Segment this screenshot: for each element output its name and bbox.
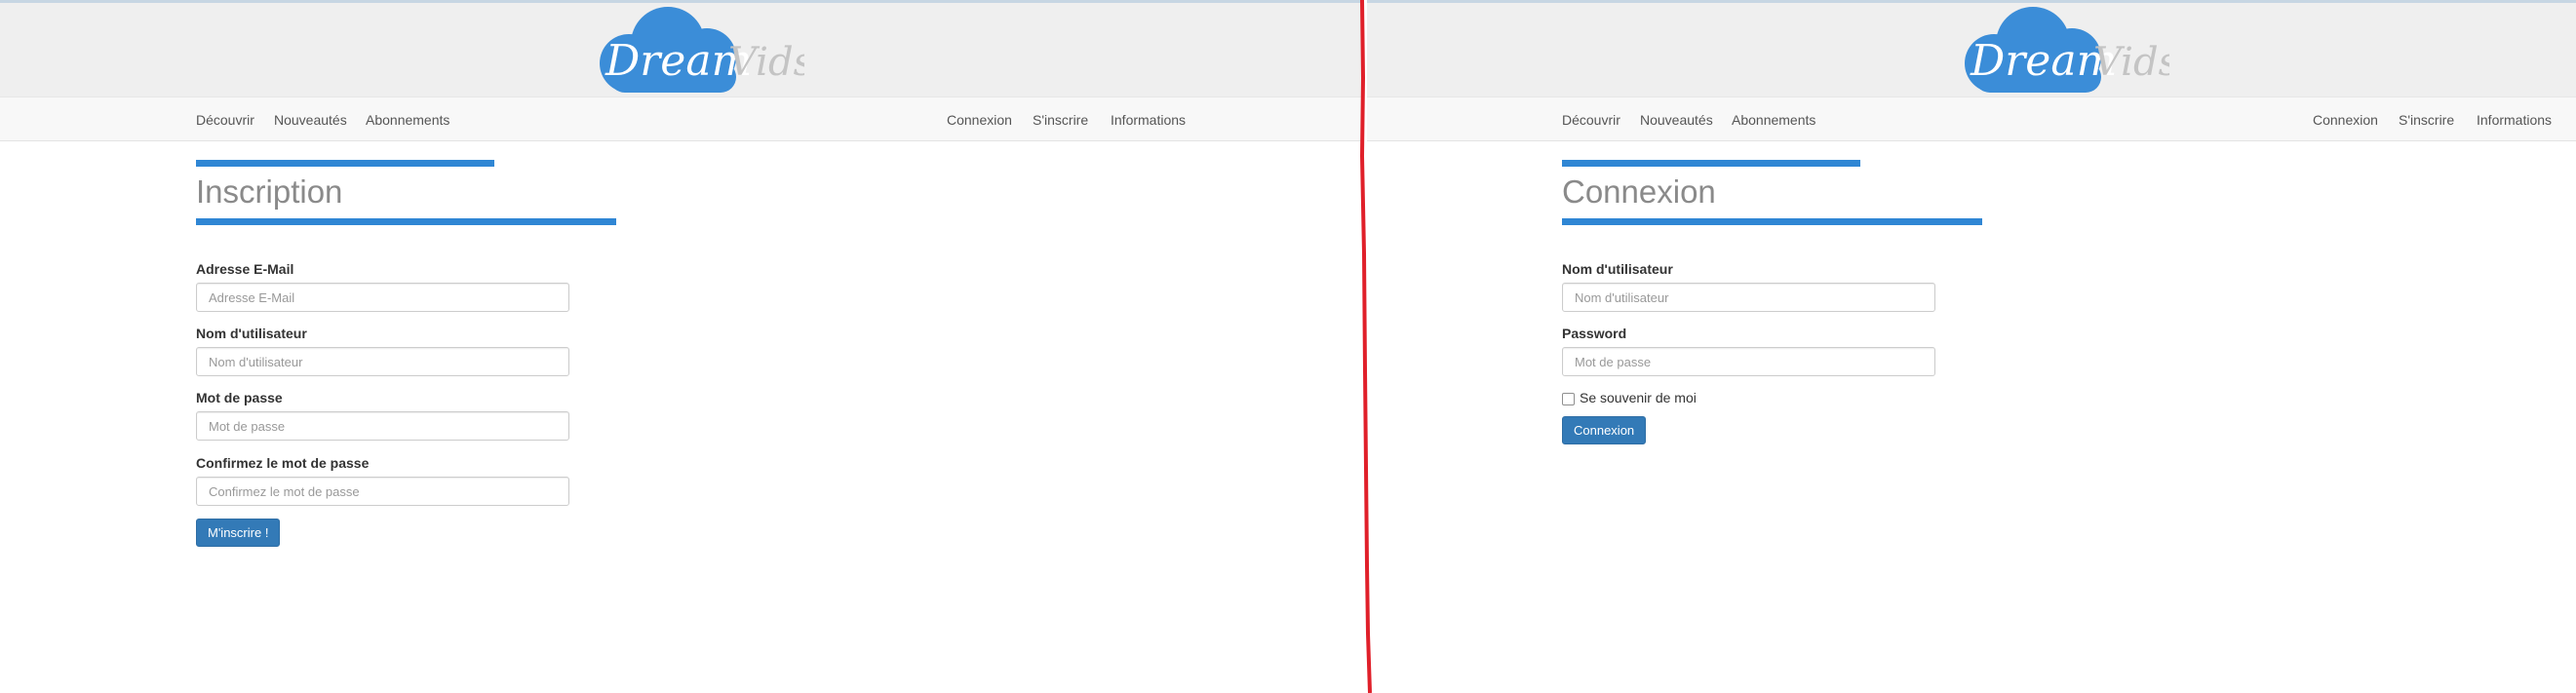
title-accent-bar-top — [196, 160, 494, 167]
username-field[interactable] — [1562, 283, 1935, 312]
password-label: Mot de passe — [196, 390, 283, 405]
email-label: Adresse E-Mail — [196, 261, 294, 277]
nav-decouvrir[interactable]: Découvrir — [196, 112, 254, 128]
logo-text-secondary: Vids — [2093, 40, 2169, 85]
nav-nouveautes[interactable]: Nouveautés — [1640, 112, 1713, 128]
title-accent-bar-bottom — [196, 218, 616, 225]
title-accent-bar-top — [1562, 160, 1860, 167]
nav-abonnements[interactable]: Abonnements — [1732, 112, 1815, 128]
login-button[interactable]: Connexion — [1562, 416, 1647, 444]
logo-text-secondary: Vids — [728, 40, 804, 85]
dreamvids-logo[interactable]: Dream Vids — [1935, 3, 2169, 96]
screenshot-canvas: Dream Vids Découvrir Nouveautés Abonneme… — [0, 0, 2576, 693]
nav-sinscrire[interactable]: S'inscrire — [1033, 112, 1088, 128]
nav-informations[interactable]: Informations — [1111, 112, 1186, 128]
username-label: Nom d'utilisateur — [196, 326, 307, 341]
username-label: Nom d'utilisateur — [1562, 261, 1673, 277]
header-banner: Dream Vids — [1367, 3, 2576, 96]
confirm-password-field[interactable] — [196, 477, 569, 506]
remember-me-checkbox[interactable] — [1562, 393, 1575, 405]
confirm-password-label: Confirmez le mot de passe — [196, 455, 370, 471]
main-navbar: Découvrir Nouveautés Abonnements Connexi… — [1367, 96, 2576, 141]
main-navbar: Découvrir Nouveautés Abonnements Connexi… — [0, 96, 1362, 141]
dreamvids-logo[interactable]: Dream Vids — [570, 3, 804, 96]
email-field[interactable] — [196, 283, 569, 312]
page-title: Inscription — [196, 173, 343, 210]
page-title: Connexion — [1562, 173, 1716, 210]
nav-abonnements[interactable]: Abonnements — [366, 112, 449, 128]
nav-informations[interactable]: Informations — [2477, 112, 2552, 128]
nav-sinscrire[interactable]: S'inscrire — [2399, 112, 2454, 128]
signup-button[interactable]: M'inscrire ! — [196, 519, 281, 547]
nav-nouveautes[interactable]: Nouveautés — [274, 112, 347, 128]
header-banner: Dream Vids — [0, 3, 1362, 96]
password-field[interactable] — [1562, 347, 1935, 376]
signup-page: Dream Vids Découvrir Nouveautés Abonneme… — [0, 0, 1362, 693]
title-accent-bar-bottom — [1562, 218, 1982, 225]
login-page: Dream Vids Découvrir Nouveautés Abonneme… — [1367, 0, 2576, 693]
nav-decouvrir[interactable]: Découvrir — [1562, 112, 1620, 128]
nav-connexion[interactable]: Connexion — [947, 112, 1012, 128]
nav-connexion[interactable]: Connexion — [2313, 112, 2378, 128]
password-field[interactable] — [196, 411, 569, 441]
remember-me-label[interactable]: Se souvenir de moi — [1580, 390, 1697, 405]
password-label: Password — [1562, 326, 1627, 341]
username-field[interactable] — [196, 347, 569, 376]
